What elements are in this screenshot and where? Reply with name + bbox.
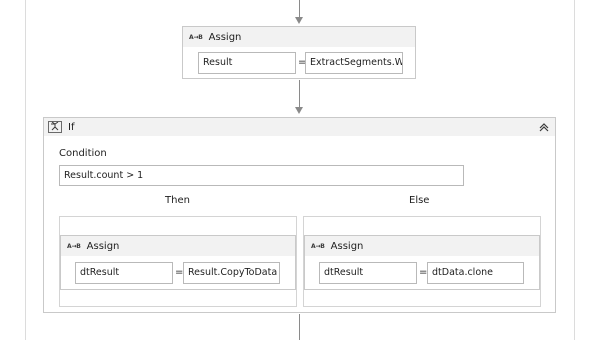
else-label: Else [409, 195, 430, 206]
condition-input[interactable]: Result.count > 1 [59, 165, 464, 186]
assign-value-field[interactable]: dtData.clone [427, 262, 524, 284]
assign-value-field[interactable]: Result.CopyToData [183, 262, 280, 284]
assign-icon: A→B [189, 33, 203, 41]
sequence-border-right [574, 0, 575, 340]
then-label: Then [165, 195, 190, 206]
connector-arrow [295, 107, 303, 114]
assign-title: Assign [86, 240, 120, 252]
assign-header: A→B Assign [183, 27, 415, 47]
assign-to-field[interactable]: dtResult [319, 262, 417, 284]
assign-activity-top[interactable]: A→B Assign Result = ExtractSegments.W [182, 26, 416, 79]
if-header: If [44, 118, 555, 136]
assign-activity-then[interactable]: A→B Assign dtResult = Result.CopyToData [60, 235, 296, 290]
if-title: If [68, 121, 75, 133]
collapse-chevron-icon[interactable] [537, 120, 551, 134]
connector-line [299, 0, 300, 18]
workflow-canvas: A→B Assign Result = ExtractSegments.W If… [0, 0, 607, 340]
then-branch[interactable]: A→B Assign dtResult = Result.CopyToData [59, 216, 297, 307]
condition-label: Condition [59, 148, 107, 159]
assign-value-field[interactable]: ExtractSegments.W [305, 52, 403, 74]
assign-icon: A→B [67, 242, 81, 250]
connector-arrow [295, 17, 303, 24]
assign-title: Assign [208, 31, 242, 43]
connector-line [299, 314, 300, 340]
if-activity[interactable]: If Condition Result.count > 1 Then Else … [43, 117, 556, 313]
assign-to-field[interactable]: dtResult [75, 262, 173, 284]
assign-header: A→B Assign [61, 236, 295, 256]
assign-title: Assign [330, 240, 364, 252]
assign-icon: A→B [311, 242, 325, 250]
if-icon [48, 121, 62, 133]
else-branch[interactable]: A→B Assign dtResult = dtData.clone [303, 216, 541, 307]
assign-to-field[interactable]: Result [198, 52, 296, 74]
assign-header: A→B Assign [305, 236, 539, 256]
sequence-border-left [25, 0, 26, 340]
connector-line [299, 80, 300, 108]
assign-activity-else[interactable]: A→B Assign dtResult = dtData.clone [304, 235, 540, 290]
